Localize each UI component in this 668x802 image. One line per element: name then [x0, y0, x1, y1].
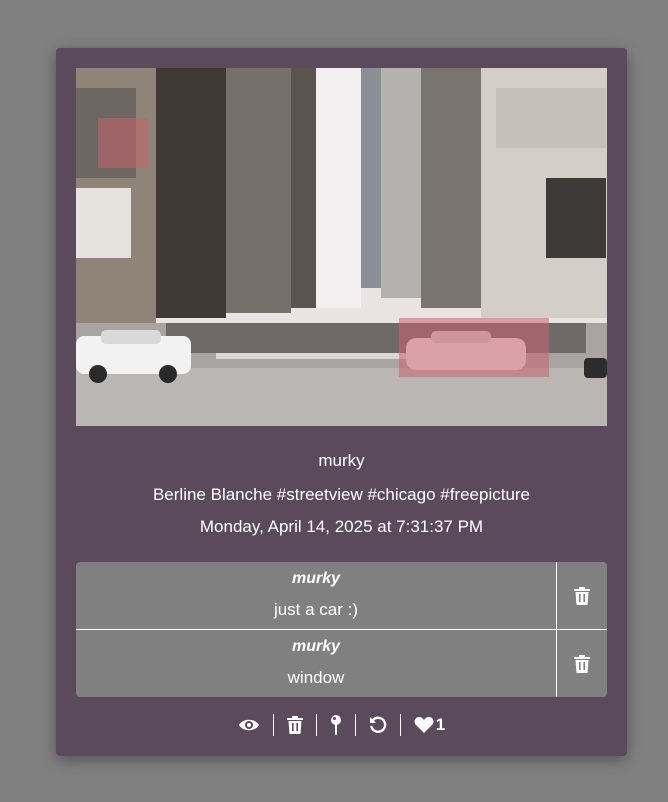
post-username: murky: [318, 451, 365, 470]
pin-button[interactable]: [317, 715, 355, 735]
window-highlight: [98, 118, 148, 168]
trash-icon: [286, 716, 303, 734]
delete-comment-button[interactable]: [557, 562, 607, 629]
post-card: murky Berline Blanche #streetview #chica…: [56, 48, 627, 756]
comment-text: window: [287, 668, 345, 687]
pin-icon: [330, 715, 341, 735]
comment-body: murky just a car :): [76, 562, 557, 629]
street-photo: [76, 68, 607, 426]
view-button[interactable]: [225, 717, 273, 733]
post-date: Monday, April 14, 2025 at 7:31:37 PM: [199, 517, 484, 536]
delete-post-button[interactable]: [274, 716, 316, 734]
comment-author: murky: [291, 638, 341, 655]
undo-button[interactable]: [356, 716, 400, 734]
comment-body: murky window: [76, 630, 557, 697]
delete-comment-button[interactable]: [557, 630, 607, 697]
trash-icon: [574, 654, 590, 673]
comment-item: murky just a car :): [76, 562, 607, 629]
post-description: Berline Blanche #streetview #chicago #fr…: [152, 485, 531, 504]
comment-text: just a car :): [273, 600, 359, 619]
like-count: 1: [435, 715, 446, 734]
heart-icon: [414, 717, 434, 733]
comment-item: murky window: [76, 629, 607, 697]
post-actions: 1: [56, 710, 627, 740]
comments-list: murky just a car :) murky window: [76, 562, 607, 697]
post-photo[interactable]: [76, 68, 607, 426]
undo-icon: [369, 716, 387, 733]
trash-icon: [574, 586, 590, 605]
comment-author: murky: [291, 570, 341, 587]
like-button[interactable]: 1: [401, 715, 458, 735]
eye-icon: [238, 719, 259, 731]
car-highlight: [399, 318, 549, 377]
